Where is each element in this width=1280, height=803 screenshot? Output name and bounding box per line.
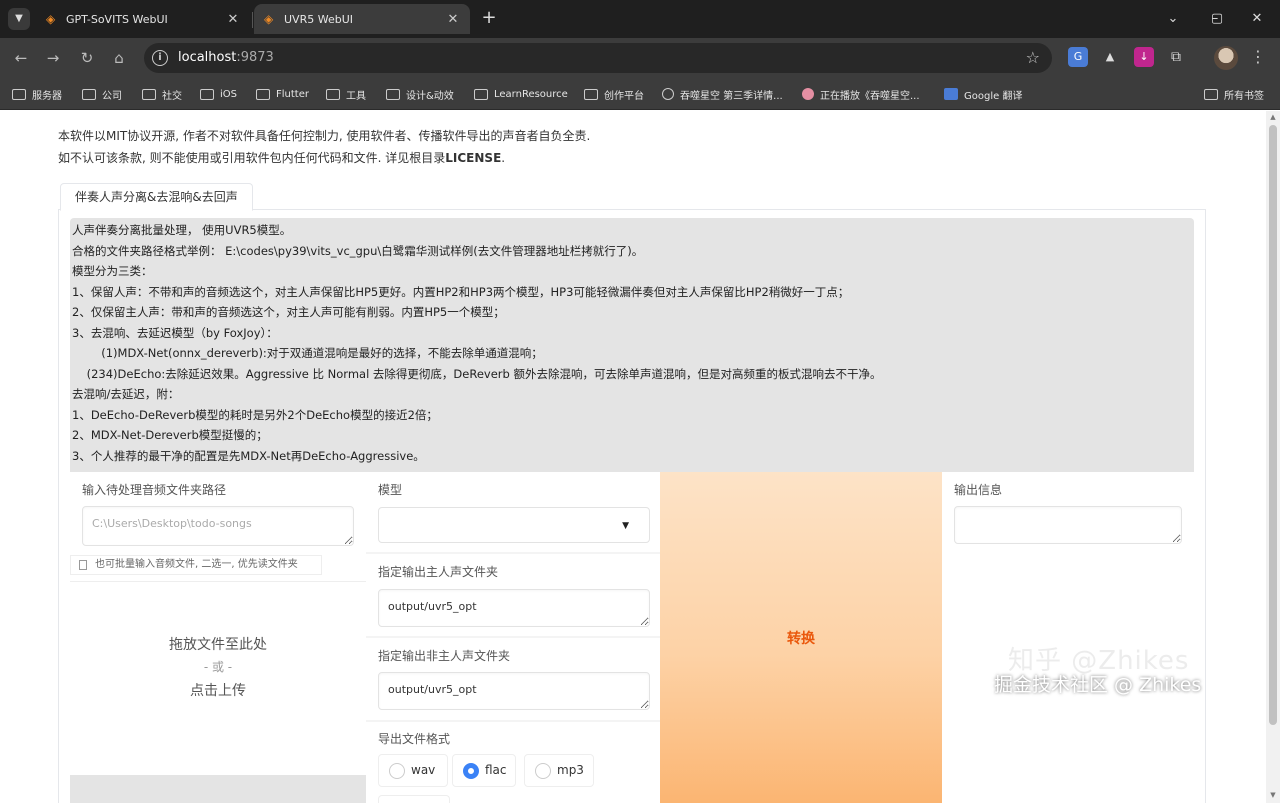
plus-icon[interactable]: + [478, 8, 500, 30]
upload-drop-text: 拖放文件至此处 [169, 637, 267, 653]
folder-icon [326, 88, 340, 100]
folder-icon [142, 88, 156, 100]
radio-icon [389, 763, 405, 779]
tab-title: GPT-SoVITS WebUI [66, 12, 168, 26]
gradio-logo-icon: ◈ [264, 12, 274, 26]
globe-icon [662, 88, 674, 100]
avatar[interactable] [1214, 46, 1238, 70]
close-icon[interactable]: ✕ [446, 12, 460, 27]
tab-title: UVR5 WebUI [284, 12, 353, 26]
upload-or-text: - 或 - [203, 660, 233, 674]
page-scrollbar[interactable]: ▲ ▼ [1266, 111, 1280, 803]
folder-icon [474, 88, 488, 100]
input-dir-label: 输入待处理音频文件夹路径 [82, 483, 227, 497]
browser-tab-gpt-sovits[interactable]: ◈ GPT-SoVITS WebUI ✕ [36, 4, 250, 34]
bookmark-link[interactable]: 吞噬星空 第三季详情... [662, 86, 783, 102]
triangle-ext-icon[interactable]: ▲ [1100, 47, 1120, 67]
bookmark-folder[interactable]: iOS [200, 86, 237, 102]
bookmark-folder[interactable]: LearnResource [474, 86, 568, 102]
window-menu-icon[interactable]: ⌄ [1162, 8, 1184, 30]
folder-icon [200, 88, 214, 100]
google-translate-icon [944, 88, 958, 100]
info-icon[interactable]: i [152, 50, 168, 66]
bookmark-folder[interactable]: 工具 [326, 86, 366, 102]
folder-icon [82, 88, 96, 100]
ins-out-field[interactable] [378, 672, 650, 710]
model-dropdown[interactable]: ▼ [378, 507, 650, 543]
bookmark-folder[interactable]: 服务器 [12, 86, 62, 102]
watermark: 知乎 @Zhikes 掘金技术社区 @ Zhikes [994, 640, 1264, 700]
bookmark-folder[interactable]: 创作平台 [584, 86, 644, 102]
format-option-mp3[interactable]: mp3 [524, 754, 594, 787]
folder-icon [1204, 88, 1218, 100]
bookmark-folder[interactable]: 公司 [82, 86, 122, 102]
output-info-field[interactable] [954, 506, 1182, 544]
convert-button[interactable]: 转换 [660, 472, 942, 803]
output-info-label: 输出信息 [954, 483, 1003, 497]
tab-uvr5[interactable]: 伴奏人声分离&去混响&去回声 [60, 183, 253, 211]
upload-footer [70, 775, 366, 803]
file-icon [79, 560, 87, 570]
browser-tab-uvr5[interactable]: ◈ UVR5 WebUI ✕ [254, 4, 470, 34]
address-bar[interactable]: i localhost:9873 ☆ [144, 43, 1052, 73]
folder-icon [386, 88, 400, 100]
format-option-flac[interactable]: flac [452, 754, 516, 787]
upload-click-text: 点击上传 [190, 683, 246, 699]
chevron-down-icon[interactable]: ▼ [8, 8, 30, 30]
scroll-down-icon[interactable]: ▼ [1269, 791, 1277, 799]
arrow-left-icon[interactable]: ← [10, 47, 32, 69]
google-translate-ext-icon[interactable]: G [1068, 47, 1088, 67]
input-dir-field[interactable] [82, 506, 354, 546]
download-ext-icon[interactable]: ↓ [1134, 47, 1154, 67]
license-notice: 本软件以MIT协议开源, 作者不对软件具备任何控制力, 使用软件者、传播软件导出… [58, 125, 590, 169]
flower-icon [802, 88, 814, 100]
bookmark-link[interactable]: Google 翻译 [944, 86, 1022, 102]
watermark-juejin: 掘金技术社区 @ Zhikes [994, 674, 1202, 696]
folder-icon [256, 88, 270, 100]
bookmark-link[interactable]: 正在播放《吞噬星空... [802, 86, 920, 102]
instructions-markdown: 人声伴奏分离批量处理， 使用UVR5模型。 合格的文件夹路径格式举例： E:\c… [70, 218, 1194, 472]
all-bookmarks[interactable]: 所有书签 [1204, 86, 1264, 102]
bookmarks-bar: 服务器 公司 社交 iOS Flutter 工具 设计&动效 LearnReso… [0, 78, 1280, 110]
batch-upload-hint: 也可批量输入音频文件, 二选一, 优先读文件夹 [70, 555, 322, 575]
folder-icon [12, 88, 26, 100]
scroll-up-icon[interactable]: ▲ [1269, 113, 1277, 121]
browser-toolbar: ← → ↻ ⌂ i localhost:9873 ☆ G ▲ ↓ ⧉ ⋮ [0, 38, 1280, 78]
reload-icon[interactable]: ↻ [76, 47, 98, 69]
file-upload-dropzone[interactable]: 拖放文件至此处 - 或 - 点击上传 [70, 581, 366, 775]
bookmark-folder[interactable]: Flutter [256, 86, 309, 102]
bookmark-folder[interactable]: 设计&动效 [386, 86, 454, 102]
vocal-out-label: 指定输出主人声文件夹 [378, 565, 499, 579]
radio-checked-icon [463, 763, 479, 779]
notice-line-2: 如不认可该条款, 则不能使用或引用软件包内任何代码和文件. 详见根目录LICEN… [58, 151, 506, 165]
url-text[interactable]: localhost:9873 [178, 50, 274, 65]
bookmark-folder[interactable]: 社交 [142, 86, 182, 102]
close-window-icon[interactable]: ✕ [1246, 8, 1268, 30]
restore-icon[interactable]: ▢ [1206, 8, 1228, 30]
gradio-logo-icon: ◈ [46, 12, 56, 26]
radio-icon [535, 763, 551, 779]
close-icon[interactable]: ✕ [226, 12, 240, 27]
kebab-menu-icon[interactable]: ⋮ [1248, 47, 1268, 67]
notice-line-1: 本软件以MIT协议开源, 作者不对软件具备任何控制力, 使用软件者、传播软件导出… [58, 129, 591, 143]
browser-tab-strip: ▼ ◈ GPT-SoVITS WebUI ✕ ◈ UVR5 WebUI ✕ + … [0, 0, 1280, 38]
folder-icon [584, 88, 598, 100]
tab-divider [252, 12, 253, 28]
scrollbar-thumb[interactable] [1269, 125, 1277, 725]
format-option-wav[interactable]: wav [378, 754, 448, 787]
model-label: 模型 [378, 483, 403, 497]
caret-down-icon: ▼ [622, 521, 629, 531]
agg-slider-block [378, 795, 450, 803]
arrow-right-icon[interactable]: → [42, 47, 64, 69]
format-label: 导出文件格式 [378, 732, 451, 746]
tab-bar: 伴奏人声分离&去混响&去回声 [58, 181, 1206, 211]
home-icon[interactable]: ⌂ [108, 47, 130, 69]
vocal-out-field[interactable] [378, 589, 650, 627]
ins-out-label: 指定输出非主人声文件夹 [378, 649, 511, 663]
puzzle-icon[interactable]: ⧉ [1166, 47, 1186, 67]
star-icon[interactable]: ☆ [1026, 48, 1040, 67]
